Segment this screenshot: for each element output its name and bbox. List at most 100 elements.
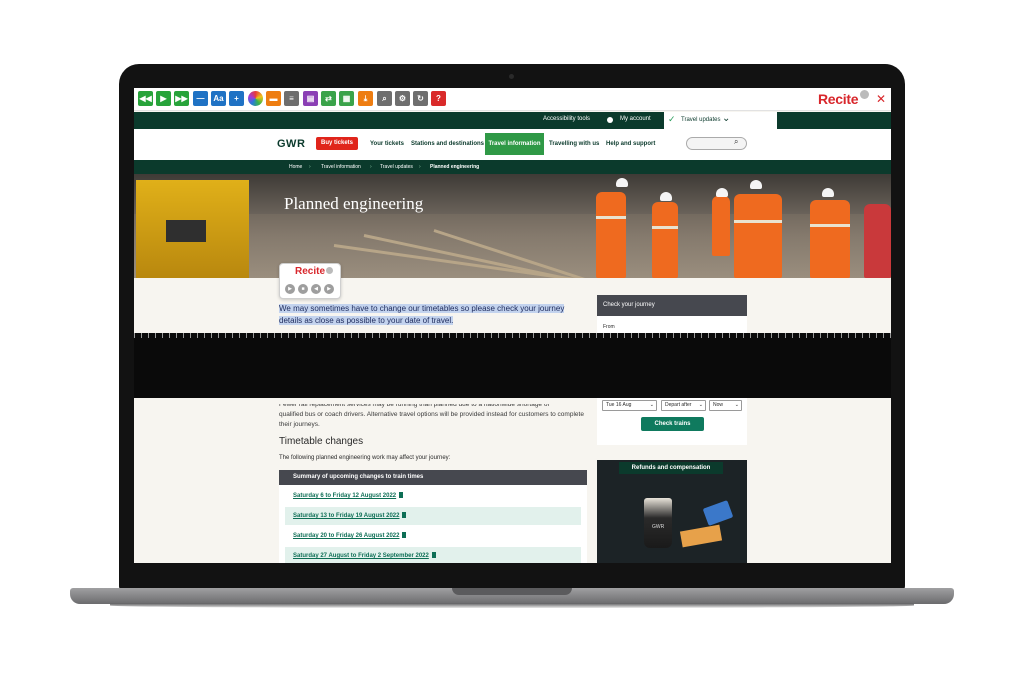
accessibility-tools-link[interactable]: Accessibility tools [543, 116, 590, 122]
summary-heading: Summary of upcoming changes to train tim… [279, 470, 587, 485]
breadcrumb-separator: › [370, 164, 372, 170]
main-content: Recite ▶ ■ ◀ ▶ We may sometimes have to … [134, 263, 891, 333]
replacement-paragraph: Fewer rail replacement services may be r… [279, 400, 587, 430]
search-icon[interactable]: ⌕ [734, 137, 738, 147]
rewind-icon[interactable]: ◀◀ [138, 91, 153, 106]
user-icon [607, 117, 613, 123]
summary-row[interactable]: Saturday 6 to Friday 12 August 2022 [285, 487, 581, 505]
recite-badge [860, 90, 869, 99]
ruler-icon[interactable]: ▬ [266, 91, 281, 106]
webcam [509, 74, 514, 79]
page-title: Planned engineering [284, 194, 424, 213]
hero-image: Planned engineering [134, 174, 891, 278]
close-icon[interactable]: ✕ [876, 92, 886, 106]
download-icon[interactable]: ⤓ [358, 91, 373, 106]
summary-row[interactable]: Saturday 20 to Friday 26 August 2022 [285, 527, 581, 545]
my-account-link[interactable]: My account [620, 116, 651, 122]
play-icon[interactable]: ▶ [285, 284, 295, 294]
from-label: From [603, 324, 615, 330]
worker-figure [712, 196, 730, 256]
highlighted-text: We may sometimes have to change our time… [279, 304, 565, 325]
check-trains-button[interactable]: Check trains [641, 417, 704, 431]
nav-travel-information[interactable]: Travel information [485, 133, 544, 155]
chevron-down-icon[interactable]: ⌄ [722, 113, 730, 124]
breadcrumb-home[interactable]: Home [289, 164, 302, 170]
laptop-mockup: ◀◀ ▶ ▶▶ — Aa + ▬ ≡ ▤ ⇄ ▦ ⤓ ⌕ ⚙ ↻ ? Recit… [0, 0, 1024, 683]
reading-mask [134, 333, 891, 398]
breadcrumb: Home › Travel information › Travel updat… [134, 160, 891, 174]
color-wheel-icon[interactable] [248, 91, 263, 106]
summary-row[interactable]: Saturday 13 to Friday 19 August 2022 [285, 507, 581, 525]
play-icon[interactable]: ▶ [156, 91, 171, 106]
text-mode-icon[interactable]: ▦ [339, 91, 354, 106]
recite-speech-popup: Recite ▶ ■ ◀ ▶ [279, 263, 341, 299]
utility-bar: Accessibility tools My account ✓ Travel … [134, 112, 891, 129]
journey-form: Tue 16 Aug ⌄ Depart after ⌄ Now ⌄ Check tra… [597, 398, 747, 445]
depart-select[interactable]: Depart after ⌄ [661, 400, 706, 411]
timetable-subtext: The following planned engineering work m… [279, 455, 451, 461]
intro-paragraph: We may sometimes have to change our time… [279, 303, 589, 327]
coffee-cup [644, 498, 672, 548]
chevron-down-icon: ⌄ [649, 402, 654, 408]
red-machine [864, 204, 891, 278]
fast-forward-icon[interactable]: ▶▶ [174, 91, 189, 106]
helmet [616, 178, 628, 187]
helmet [660, 192, 672, 201]
breadcrumb-travel-information[interactable]: Travel information [321, 164, 361, 170]
gear-icon[interactable]: ⚙ [395, 91, 410, 106]
hi-vis-stripe [734, 220, 782, 223]
hi-vis-stripe [596, 216, 626, 219]
ticket-image [679, 524, 723, 548]
travel-updates-label[interactable]: Travel updates [681, 117, 720, 123]
recite-popup-badge [326, 267, 333, 274]
nav-help-support[interactable]: Help and support [606, 141, 655, 147]
machine-cab [166, 220, 206, 242]
fast-forward-icon[interactable]: ▶ [324, 284, 334, 294]
refund-card[interactable]: Refunds and compensation GWR [597, 460, 747, 563]
phone-image [702, 500, 734, 526]
document-icon [399, 492, 404, 498]
nav-stations[interactable]: Stations and destinations [411, 141, 484, 147]
decrease-icon[interactable]: — [193, 91, 208, 106]
paragraph-text: qualified bus or coach drivers. Alternat… [279, 411, 584, 428]
time-select[interactable]: Now ⌄ [709, 400, 742, 411]
main-nav: GWR Buy tickets Your tickets Stations an… [134, 129, 891, 160]
partial-line: Fewer rail replacement services may be r… [279, 401, 550, 408]
helmet [822, 188, 834, 197]
journey-heading: Check your journey [597, 295, 747, 316]
increase-icon[interactable]: + [229, 91, 244, 106]
breadcrumb-current: Planned engineering [430, 164, 480, 170]
browser-screen: ◀◀ ▶ ▶▶ — Aa + ▬ ≡ ▤ ⇄ ▦ ⤓ ⌕ ⚙ ↻ ? Recit… [134, 88, 891, 563]
document-icon [431, 552, 436, 558]
translate-icon[interactable]: ⇄ [321, 91, 336, 106]
reset-icon[interactable]: ↻ [413, 91, 428, 106]
summary-table: Summary of upcoming changes to train tim… [279, 470, 587, 563]
helmet [716, 188, 728, 197]
date-select[interactable]: Tue 16 Aug ⌄ [602, 400, 657, 411]
worker-figure [810, 200, 850, 278]
rewind-icon[interactable]: ◀ [311, 284, 321, 294]
font-button[interactable]: Aa [211, 91, 226, 106]
breadcrumb-travel-updates[interactable]: Travel updates [380, 164, 413, 170]
breadcrumb-separator: › [309, 164, 311, 170]
dictionary-icon[interactable]: ▤ [303, 91, 318, 106]
help-icon[interactable]: ? [431, 91, 446, 106]
mask-icon[interactable]: ≡ [284, 91, 299, 106]
stop-icon[interactable]: ■ [298, 284, 308, 294]
nav-your-tickets[interactable]: Your tickets [370, 141, 404, 147]
summary-row[interactable]: Saturday 27 August to Friday 2 September… [285, 547, 581, 563]
chevron-down-icon: ⌄ [698, 402, 703, 408]
buy-tickets-button[interactable]: Buy tickets [316, 137, 358, 150]
refund-tag[interactable]: Refunds and compensation [619, 462, 723, 474]
hi-vis-stripe [810, 224, 850, 227]
rail-track [433, 229, 682, 278]
check-icon: ✓ [668, 114, 676, 124]
journey-panel: Check your journey From [597, 295, 747, 333]
magnifier-icon[interactable]: ⌕ [377, 91, 392, 106]
reading-ruler[interactable] [134, 333, 891, 338]
helmet [750, 180, 762, 189]
worker-figure [734, 194, 782, 278]
nav-travelling-with-us[interactable]: Travelling with us [549, 141, 599, 147]
gwr-logo[interactable]: GWR [277, 138, 305, 150]
recite-toolbar: ◀◀ ▶ ▶▶ — Aa + ▬ ≡ ▤ ⇄ ▦ ⤓ ⌕ ⚙ ↻ ? Recit… [134, 88, 891, 111]
